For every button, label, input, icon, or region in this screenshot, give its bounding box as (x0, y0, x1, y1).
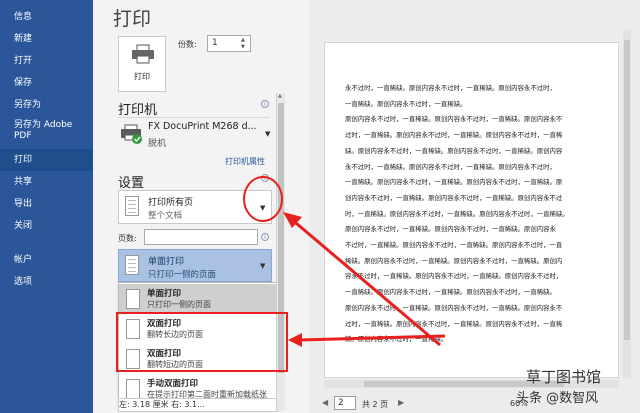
settings-scrollbar[interactable]: ▲ (276, 93, 285, 411)
current-page-value: 2 (338, 398, 344, 408)
preview-text-line: 原创内容永不过时，一直稀缺。原创内容永不过时，一直稀缺。原创内容永不 (345, 115, 563, 124)
settings-info-icon[interactable]: i (261, 174, 269, 182)
settings-section-title: 设置 (118, 176, 145, 191)
option-title: 单面打印 (147, 289, 182, 299)
printer-ready-icon (121, 124, 142, 144)
printer-section-title: 打印机 (118, 103, 158, 118)
nav-item-close[interactable]: 关闭 (0, 215, 93, 237)
print-range-main: 打印所有页 (148, 198, 194, 208)
preview-text-line: 缺。原创内容永不过时，一直稀缺。 (345, 335, 448, 344)
nav-item-save-as-pdf[interactable]: 另存为 Adobe PDF (0, 116, 93, 146)
preview-text: 永不过时，一直稀缺。原创内容永不过时，一直稀缺。原创内容永不过时， 一直稀缺。原创… (345, 81, 575, 348)
print-preview: 永不过时，一直稀缺。原创内容永不过时，一直稀缺。原创内容永不过时， 一直稀缺。原创… (310, 0, 640, 413)
option-sub: 只打印一侧的页面 (147, 300, 211, 309)
duplex-select[interactable]: 单面打印 只打印一侧的页面 ▼ (118, 249, 272, 282)
preview-text-line: 一直稀缺。原创内容永不过时，一直稀缺。原创内容永不过时，一直稀缺。原 (345, 178, 563, 187)
preview-text-line: 稀缺。原创内容永不过时，一直稀缺。原创内容永不过时，一直稀缺。原创内 (345, 256, 563, 265)
nav-item-export[interactable]: 导出 (0, 193, 93, 215)
settings-scrollbar-thumb[interactable] (278, 103, 284, 373)
option-title: 双面打印 (147, 319, 182, 329)
nav-item-open[interactable]: 打开 (0, 50, 93, 72)
pages-info-icon[interactable]: i (261, 233, 269, 241)
previous-page-icon[interactable]: ◀ (322, 398, 328, 407)
preview-text-line: 创内容永不过时，一直稀缺。原创内容永不过时，一直稀缺。原创内容永不过 (345, 193, 563, 202)
preview-text-line: 缺。原创内容永不过时，一直稀缺。原创内容永不过时，一直稀缺。原创内容 (345, 146, 563, 155)
printer-select[interactable]: FX DocuPrint M268 d... 脱机 ▼ (118, 118, 272, 152)
copies-spinner[interactable]: ▲ ▼ (241, 37, 249, 51)
next-page-icon[interactable]: ▶ (398, 398, 404, 407)
printer-icon (132, 44, 154, 64)
preview-text-line: 过时，一直稀缺。原创内容永不过时，一直稀缺。原创内容永不过时，一直稀 (345, 319, 563, 328)
preview-text-line: 不过时，一直稀缺。原创内容永不过时，一直稀缺。原创内容永不过时，一直 (345, 241, 563, 250)
single-sided-option-icon (126, 289, 140, 309)
nav-item-options[interactable]: 选项 (0, 271, 93, 293)
duplex-option-long-edge[interactable]: 双面打印 翻转长边的页面 (119, 314, 277, 344)
preview-text-line: 原创内容永不过时，一直稀缺。原创内容永不过时，一直稀缺。原创内容永不 (345, 303, 563, 312)
preview-text-line: 原创内容永不过时，一直稀缺。原创内容永不过时，一直稀缺。原创内容永 (345, 225, 556, 234)
duplex-dropdown-arrow-icon[interactable]: ▼ (260, 262, 265, 270)
option-title: 双面打印 (147, 349, 182, 359)
flip-short-edge-icon (126, 349, 140, 369)
preview-text-line: 一直稀缺。原创内容永不过时，一直稀缺。 (345, 99, 467, 108)
print-range-dropdown-arrow-icon[interactable]: ▼ (260, 204, 265, 212)
nav-item-share[interactable]: 共享 (0, 171, 93, 193)
option-title: 手动双面打印 (147, 379, 199, 389)
margins-text: 左: 3.18 厘米 右: 3.1... (119, 400, 205, 409)
page-total: 共 2 页 (362, 400, 389, 409)
printer-info-icon[interactable]: i (261, 100, 269, 108)
nav-item-info[interactable]: 信息 (0, 6, 93, 28)
nav-item-print[interactable]: 打印 (0, 149, 93, 171)
duplex-sub: 只打印一侧的页面 (148, 270, 217, 280)
preview-text-line: 永不过时，一直稀缺。原创内容永不过时，一直稀缺。原创内容永不过时， (345, 162, 556, 171)
single-sided-icon (125, 255, 139, 275)
watermark-line1: 草丁图书馆 (526, 368, 602, 386)
nav-item-save[interactable]: 保存 (0, 72, 93, 94)
printer-dropdown-arrow-icon[interactable]: ▼ (265, 130, 270, 138)
preview-text-line: 过时，一直稀缺。原创内容永不过时，一直稀缺。原创内容永不过时，一直稀 (345, 131, 563, 140)
duplex-main: 单面打印 (148, 257, 185, 267)
backstage-nav: 信息 新建 打开 保存 另存为 另存为 Adobe PDF 打印 共享 导出 关… (0, 0, 93, 413)
nav-item-new[interactable]: 新建 (0, 28, 93, 50)
preview-text-line: 容永不过时，一直稀缺。原创内容永不过时，一直稀缺。原创内容永不过时， (345, 272, 563, 281)
copies-label: 份数: (178, 40, 197, 49)
duplex-dropdown-menu: 单面打印 只打印一侧的页面 双面打印 翻转长边的页面 双面打印 翻转短边的页面 … (118, 282, 278, 407)
document-pages-icon (125, 196, 139, 216)
preview-text-line: 时，一直稀缺。原创内容永不过时，一直稀缺。原创内容永不过时，一直稀缺。 (345, 209, 569, 218)
print-button[interactable]: 打印 (118, 36, 166, 92)
nav-item-account[interactable]: 帐户 (0, 249, 93, 271)
copies-input[interactable]: 1 ▲ ▼ (207, 35, 251, 52)
pages-label: 页数: (118, 234, 137, 243)
preview-page: 永不过时，一直稀缺。原创内容永不过时，一直稀缺。原创内容永不过时， 一直稀缺。原创… (324, 42, 619, 378)
duplex-option-short-edge[interactable]: 双面打印 翻转短边的页面 (119, 344, 277, 374)
option-sub: 翻转短边的页面 (147, 360, 203, 369)
preview-text-line: 一直稀缺。原创内容永不过时，一直稀缺。原创内容永不过时，一直稀缺。 (345, 288, 556, 297)
manual-duplex-icon (126, 379, 140, 399)
option-sub: 翻转长边的页面 (147, 330, 203, 339)
current-page-input[interactable]: 2 (334, 396, 356, 410)
vscroll-thumb[interactable] (624, 40, 630, 340)
print-range-select[interactable]: 打印所有页 整个文档 ▼ (118, 190, 272, 224)
flip-long-edge-icon (126, 319, 140, 339)
copies-value: 1 (212, 38, 218, 48)
preview-vertical-scrollbar[interactable] (623, 30, 631, 378)
margins-select[interactable]: 左: 3.18 厘米 右: 3.1... (118, 398, 278, 412)
print-range-sub: 整个文档 (148, 211, 183, 221)
duplex-option-single[interactable]: 单面打印 只打印一侧的页面 (119, 284, 277, 314)
print-settings-panel: 打印 打印 份数: 1 ▲ ▼ 打印机 i FX DocuPrint M268 … (93, 0, 310, 413)
print-button-label: 打印 (134, 72, 150, 81)
scroll-up-icon[interactable]: ▲ (278, 93, 282, 99)
watermark: 草丁图书馆 头条 @数智风 (498, 362, 640, 413)
preview-text-line: 永不过时，一直稀缺。原创内容永不过时，一直稀缺。原创内容永不过时， (345, 84, 556, 92)
nav-item-save-as[interactable]: 另存为 (0, 94, 93, 116)
printer-status: 脱机 (148, 139, 167, 149)
page-title: 打印 (113, 8, 152, 30)
pages-input[interactable] (144, 229, 258, 245)
printer-properties-link[interactable]: 打印机属性 (225, 156, 265, 167)
printer-name: FX DocuPrint M268 d... (148, 121, 257, 132)
watermark-line2: 头条 @数智风 (516, 391, 599, 406)
